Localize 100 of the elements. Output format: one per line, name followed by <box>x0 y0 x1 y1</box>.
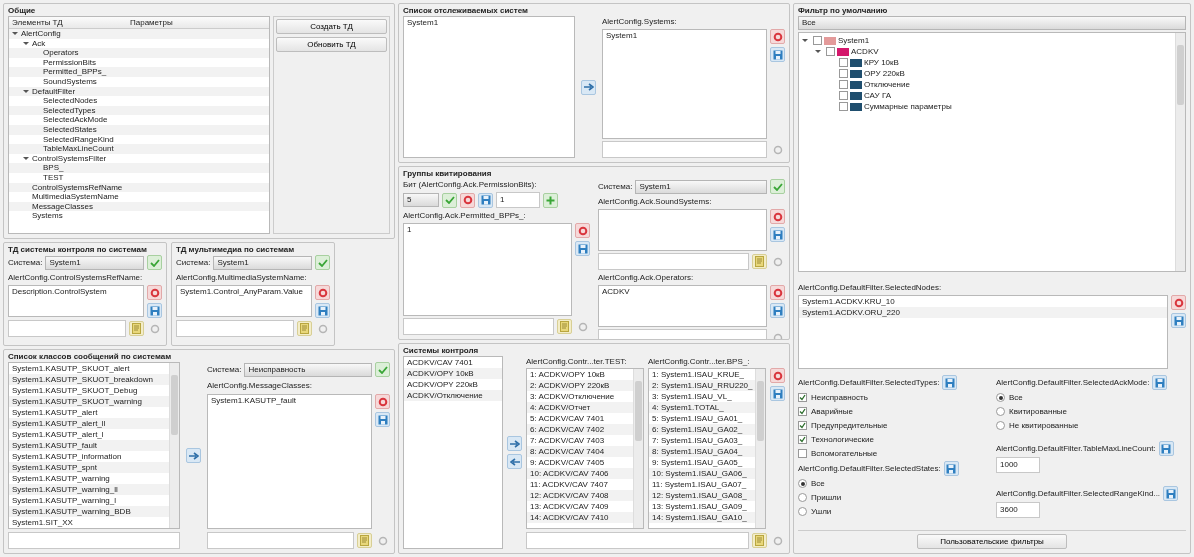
spin-box[interactable]: 1000 <box>996 457 1040 473</box>
tree-item[interactable]: ОРУ 220кВ <box>864 68 905 79</box>
list-item[interactable]: System1.KASUTP_warning <box>9 473 169 484</box>
tree-item[interactable]: System1 <box>838 35 870 46</box>
tree-item[interactable]: SelectedAckMode <box>43 115 108 125</box>
list-box[interactable]: ACDKV <box>598 285 767 327</box>
list-box[interactable]: System1 <box>602 29 767 139</box>
tree-item[interactable]: DefaultFilter <box>32 86 76 97</box>
list-item[interactable]: System1.KASUTP_warning_l <box>9 495 169 506</box>
dropdown[interactable]: Все <box>798 16 1186 30</box>
list-item[interactable]: Description.ControlSystem <box>9 286 143 297</box>
list-item[interactable]: 2: System1.ISAU_RRU220_ <box>649 380 755 391</box>
list-item[interactable]: 4: System1.TOTAL_ <box>649 402 755 413</box>
list-item[interactable]: System1.ACDKV.ORU_220 <box>799 307 1167 318</box>
list-item[interactable]: 1 <box>404 224 571 235</box>
list-item[interactable]: 5: System1.ISAU_GA01_ <box>649 413 755 424</box>
list-item[interactable]: ACDKV <box>599 286 766 297</box>
tree-item[interactable]: Суммарные параметры <box>864 101 952 112</box>
list-item[interactable]: ACDKV/OPY 10кВ <box>404 368 502 379</box>
list-item[interactable]: 14: System1.ISAU_GA10_ <box>649 512 755 523</box>
list-item[interactable]: System1.KASUTP_spnt <box>9 462 169 473</box>
column-header[interactable]: Элементы ТД <box>9 17 127 28</box>
list-item[interactable]: 3: ACDKV/Отключение <box>527 391 633 402</box>
list-item[interactable]: System1.KASUTP_SKUOT_breakdown <box>9 374 169 385</box>
list-item[interactable]: System1.KASUTP_alert <box>9 407 169 418</box>
tree-item[interactable]: PermissionBits <box>43 57 96 68</box>
tree-item[interactable]: SelectedRangeKind <box>43 134 114 145</box>
list-item[interactable]: 12: ACDKV/CAV 7408 <box>527 490 633 501</box>
column-header[interactable]: Параметры <box>127 17 176 28</box>
list-box[interactable]: System1.KASUTP_fault <box>207 394 372 529</box>
list-box[interactable]: System1 <box>403 16 575 158</box>
list-box[interactable]: 1 <box>403 223 572 316</box>
list-item[interactable]: 5: ACDKV/CAV 7401 <box>527 413 633 424</box>
tree-item[interactable]: ACDKV <box>851 46 879 57</box>
list-item[interactable]: ACDKV/OPY 220кВ <box>404 379 502 390</box>
dropdown[interactable]: Неисправность <box>244 362 372 377</box>
tree-view[interactable]: System1 ACDKV КРУ 10кВ ОРУ 220кВ Отключение САУ ГА Суммарные параметры <box>798 32 1186 272</box>
list-item[interactable]: 6: ACDKV/CAV 7402 <box>527 424 633 435</box>
list-box[interactable]: System1.Control_AnyParam.Value <box>176 285 312 317</box>
tree-item[interactable]: SoundSystems <box>43 76 97 87</box>
list-item[interactable]: 11: ACDKV/CAV 7407 <box>527 479 633 490</box>
list-item[interactable]: System1.KASUTP_SKUOT_warning <box>9 396 169 407</box>
list-item[interactable]: 13: System1.ISAU_GA09_ <box>649 501 755 512</box>
list-item[interactable]: 9: ACDKV/CAV 7405 <box>527 457 633 468</box>
list-item[interactable]: 3: System1.ISAU_VL_ <box>649 391 755 402</box>
list-item[interactable]: 8: System1.ISAU_GA04_ <box>649 446 755 457</box>
list-item[interactable]: 14: ACDKV/CAV 7410 <box>527 512 633 523</box>
spin-box[interactable]: 1 <box>496 192 540 208</box>
list-item[interactable]: 4: ACDKV/Отчет <box>527 402 633 413</box>
dropdown[interactable]: System1 <box>635 179 767 194</box>
tree-item[interactable]: КРУ 10кВ <box>864 57 899 68</box>
list-item[interactable]: 10: ACDKV/CAV 7406 <box>527 468 633 479</box>
list-item[interactable]: System1.SIT_XX <box>9 517 169 528</box>
dropdown[interactable]: System1 <box>45 255 144 270</box>
list-item[interactable]: 9: System1.ISAU_GA05_ <box>649 457 755 468</box>
list-item[interactable]: System1.KASUTP_fault <box>208 395 371 406</box>
toolbar-button[interactable]: Создать ТД <box>276 19 387 34</box>
list-item[interactable]: 10: System1.ISAU_GA06_ <box>649 468 755 479</box>
list-item[interactable]: System1 <box>603 30 766 41</box>
list-item[interactable]: System1.KASUTP_SKUOT_alert <box>9 363 169 374</box>
list-item[interactable]: System1.KASUTP_warning_ll <box>9 484 169 495</box>
list-item[interactable]: System1.ACDKV.KRU_10 <box>799 296 1167 307</box>
tree-item[interactable]: Systems <box>32 211 63 221</box>
list-item[interactable]: 7: System1.ISAU_GA03_ <box>649 435 755 446</box>
list-item[interactable]: 13: ACDKV/CAV 7409 <box>527 501 633 512</box>
dropdown[interactable]: System1 <box>213 255 312 270</box>
tree-item[interactable]: MultimediaSystemName <box>32 192 119 202</box>
toolbar-button[interactable]: Обновить ТД <box>276 37 387 52</box>
list-item[interactable]: System1.KASUTP_information <box>9 451 169 462</box>
list-item[interactable]: 11: System1.ISAU_GA07_ <box>649 479 755 490</box>
tree-item[interactable]: ControlSystemsFilter <box>32 153 107 164</box>
tree-item[interactable]: BPS_ <box>43 163 64 173</box>
list-box[interactable]: System1.ACDKV.KRU_10 System1.ACDKV.ORU_220 <box>798 295 1168 369</box>
list-item[interactable]: ACDKV/CAV 7401 <box>404 357 502 368</box>
list-item[interactable]: System1.KASUTP_SKUOT_Debug <box>9 385 169 396</box>
list-item[interactable]: System1 <box>404 17 574 28</box>
list-box[interactable]: Description.ControlSystem <box>8 285 144 317</box>
tree-item[interactable]: САУ ГА <box>864 90 892 101</box>
list-item[interactable]: System1.KASUTP_alert_ll <box>9 418 169 429</box>
list-item[interactable]: ACDKV/Отключение <box>404 390 502 401</box>
tree-item[interactable]: Operators <box>43 48 79 58</box>
list-item[interactable]: 1: System1.ISAU_KRUE_ <box>649 369 755 380</box>
spin-box[interactable]: 3600 <box>996 502 1040 518</box>
list-item[interactable]: 8: ACDKV/CAV 7404 <box>527 446 633 457</box>
list-item[interactable]: 1: ACDKV/OPY 10кВ <box>527 369 633 380</box>
list-item[interactable]: 2: ACDKV/OPY 220кВ <box>527 380 633 391</box>
list-box[interactable]: ACDKV/CAV 7401 ACDKV/OPY 10кВ ACDKV/OPY 220кВ ACDKV/Отключение <box>403 356 503 549</box>
dropdown[interactable]: 5 <box>403 193 439 207</box>
list-item[interactable]: 7: ACDKV/CAV 7403 <box>527 435 633 446</box>
list-item[interactable]: System1.KASUTP_fault <box>9 440 169 451</box>
filters-button[interactable]: Пользовательские фильтры <box>917 534 1067 549</box>
tree-item[interactable]: Отключение <box>864 79 910 90</box>
tree-item[interactable]: Ack <box>32 38 46 49</box>
list-item[interactable]: System1.KASUTP_alert_l <box>9 429 169 440</box>
list-item[interactable]: System1.Control_AnyParam.Value <box>177 286 311 297</box>
tree-item[interactable]: TEST <box>43 172 64 183</box>
list-item[interactable]: 6: System1.ISAU_GA02_ <box>649 424 755 435</box>
list-item[interactable]: System1.KASUTP_warning_BDB <box>9 506 169 517</box>
tree-item[interactable]: AlertConfig <box>21 29 61 39</box>
list-item[interactable]: 12: System1.ISAU_GA08_ <box>649 490 755 501</box>
